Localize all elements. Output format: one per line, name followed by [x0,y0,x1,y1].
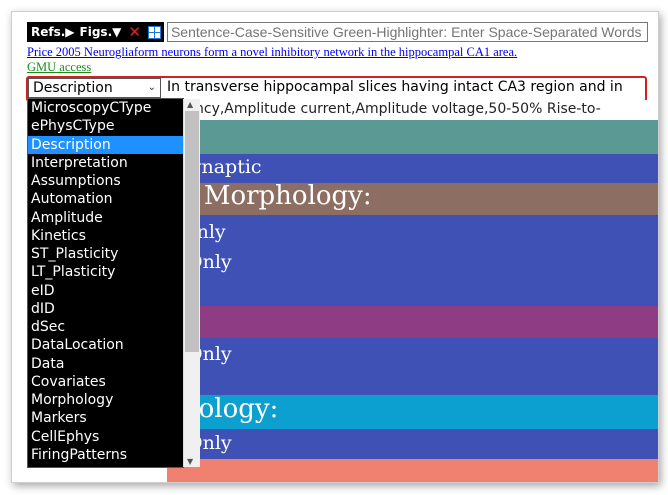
dropdown-option[interactable]: LT_Plasticity [28,263,183,281]
dropdown-scrollbar[interactable]: ▲ ▼ [183,99,200,467]
highlighter-input[interactable] [166,22,648,42]
figs-button[interactable]: Figs.▼ [77,22,125,42]
section-strip-blue: Only [167,429,658,459]
gmu-access-link[interactable]: GMU access [27,60,91,75]
close-icon[interactable]: ✕ [124,22,145,42]
dropdown-option[interactable]: Data [28,355,183,373]
properties-line: ncy,Amplitude current,Amplitude voltage,… [167,100,658,120]
dropdown-option[interactable]: dID [28,300,183,318]
grid-icon[interactable] [144,22,164,42]
dropdown-option[interactable]: eID [28,282,183,300]
dropdown-option[interactable]: DataLocation [28,336,183,354]
dropdown-option[interactable]: ePhysCType [28,117,183,135]
field-select-value: Description [33,80,113,96]
toolbar: Refs.▶ Figs.▼ ✕ [27,21,648,43]
properties-text: ncy,Amplitude current,Amplitude voltage,… [195,101,601,117]
dropdown-option[interactable]: Amplitude [28,209,183,227]
dropdown-option[interactable]: Morphology [28,391,183,409]
dropdown-option[interactable]: Covariates [28,373,183,391]
section-header-physiology: siology: [167,395,658,429]
scroll-up-icon[interactable]: ▲ [187,100,193,109]
section-strip-salmon [167,459,658,482]
section-strip-teal [167,120,658,154]
section-strip-synaptic: synaptic [167,154,658,183]
app-window: Refs.▶ Figs.▼ ✕ Price 2005 Neurogliaform… [11,11,659,483]
field-dropdown-list[interactable]: MicroscopyCType ePhysCType Description Inte… [27,98,200,468]
dropdown-option[interactable]: ST_Plasticity [28,245,183,263]
section-strip-purple [167,306,658,338]
dropdown-option[interactable]: Automation [28,190,183,208]
section-strip-blue: Only Only [167,215,658,306]
dropdown-option[interactable]: Kinetics [28,227,183,245]
dropdown-option[interactable]: CellEphys [28,428,183,446]
scrollbar-thumb[interactable] [185,111,199,352]
dropdown-option[interactable]: Description [28,135,183,154]
section-strip-blue: Only [167,338,658,395]
section-header-label: c Morphology: [181,183,372,211]
chevron-down-icon: ⌄ [147,82,156,93]
dropdown-option[interactable]: Interpretation [28,154,183,172]
dropdown-options: MicroscopyCType ePhysCType Description Inte… [28,99,183,464]
field-text: In transverse hippocampal slices having … [167,79,623,95]
field-select[interactable]: Description ⌄ [28,78,161,98]
scroll-down-icon[interactable]: ▼ [187,457,193,466]
citation-link[interactable]: Price 2005 Neurogliaform neurons form a … [27,45,647,60]
section-header-morphology: c Morphology: [167,183,658,215]
dropdown-option[interactable]: Assumptions [28,172,183,190]
refs-button[interactable]: Refs.▶ [27,22,78,42]
dropdown-option[interactable]: dSec [28,318,183,336]
dropdown-option[interactable]: MicroscopyCType [28,99,183,117]
dropdown-option[interactable]: FiringPatterns [28,446,183,464]
grid-icon-glyph [147,25,161,39]
dropdown-option[interactable]: Markers [28,409,183,427]
